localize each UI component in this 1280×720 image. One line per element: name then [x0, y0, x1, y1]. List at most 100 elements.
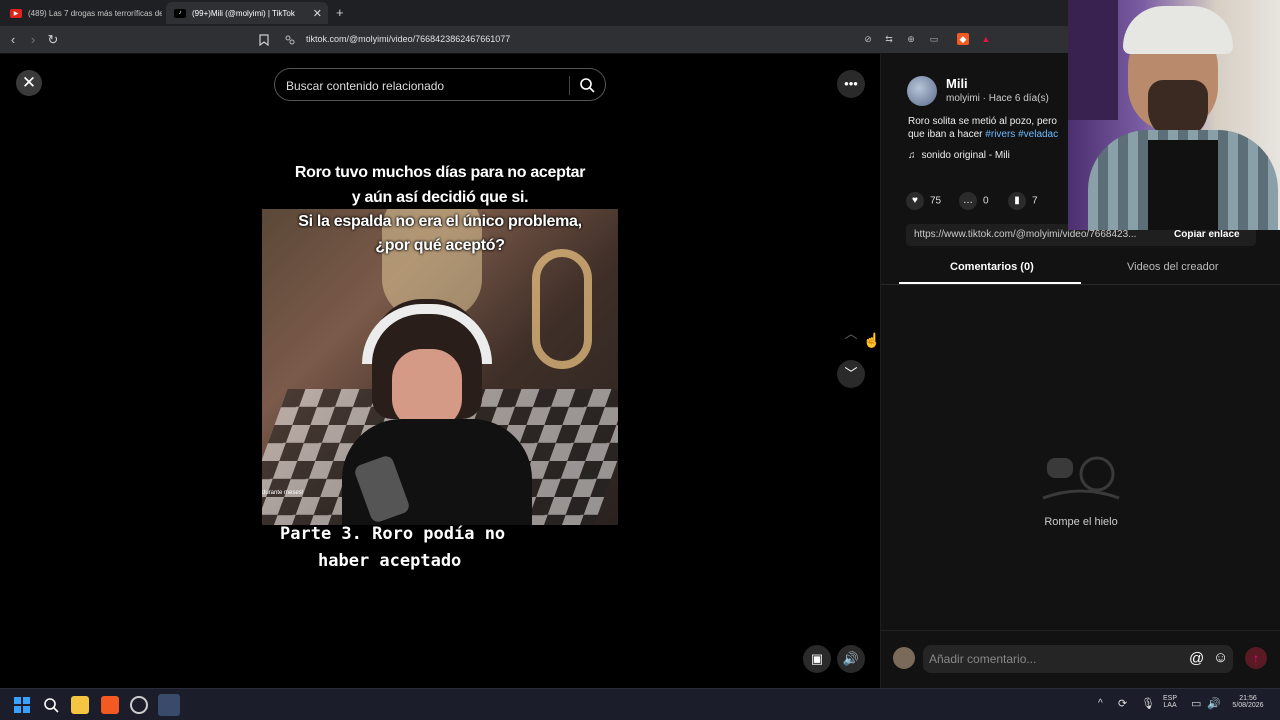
translate-icon[interactable]: ⇆	[883, 33, 895, 45]
network-icon[interactable]: ▭	[1191, 697, 1201, 710]
tab-comments[interactable]: Comentarios (0)	[950, 261, 1034, 273]
user-avatar[interactable]	[893, 647, 915, 669]
lang-code: ESP	[1163, 695, 1178, 702]
poster-shape	[1068, 0, 1118, 120]
empty-comments-icon	[1042, 456, 1120, 500]
language-indicator[interactable]: ESP LAA	[1163, 695, 1177, 709]
comment-input[interactable]: Añadir comentario... @ ☺	[923, 645, 1233, 673]
tab-title: (489) Las 7 drogas más terroríficas de	[28, 8, 162, 18]
neon-shape	[532, 249, 592, 369]
url-text: tiktok.com/@molyimi/video/76684238624676…	[306, 34, 511, 44]
search-icon[interactable]	[579, 77, 595, 93]
streamer-tshirt	[1148, 140, 1218, 230]
bookmark-icon: ▮	[1008, 192, 1026, 210]
brave-shield-icon[interactable]: ◆	[957, 33, 969, 45]
browser-tab-tiktok[interactable]: ♪ (99+)Mili (@molyimi) | TikTok ✕	[166, 2, 328, 24]
video-description-line-2: que iban a hacer #rivers #veladac	[908, 129, 1058, 140]
lang-layout: LAA	[1163, 702, 1177, 709]
comment-count: 0	[983, 195, 989, 207]
chevron-up-icon: ︿	[844, 326, 858, 341]
steam-icon[interactable]	[158, 694, 180, 716]
tab-title: (99+)Mili (@molyimi) | TikTok	[192, 8, 295, 18]
new-tab-button[interactable]: +	[336, 5, 344, 20]
creator-handle[interactable]: molyimi · Hace 6 día(s)	[946, 93, 1049, 104]
back-icon[interactable]: ‹	[5, 32, 21, 48]
clock-time: 21:56	[1239, 695, 1257, 702]
tab-divider	[881, 284, 1280, 285]
music-note-icon: ♫	[908, 150, 916, 161]
comment-placeholder: Añadir comentario...	[929, 652, 1037, 666]
picture-in-picture-button[interactable]: ▣	[803, 645, 831, 673]
next-video-button[interactable]: ﹀	[837, 360, 865, 388]
browser-tab-bar: ▶ (489) Las 7 drogas más terroríficas de…	[0, 0, 1070, 26]
site-info-icon[interactable]	[285, 35, 295, 45]
arrow-up-icon: ↑	[1253, 651, 1259, 665]
video-frame: durante meses!	[262, 209, 618, 525]
tracking-off-icon[interactable]: ⊘	[862, 33, 874, 45]
chevron-up-icon[interactable]: ^	[1098, 698, 1103, 709]
sound-row[interactable]: ♫ sonido original - Mili	[908, 150, 1010, 161]
creator-name[interactable]: Mili	[946, 76, 968, 91]
heart-icon: ♥	[906, 192, 924, 210]
forward-icon[interactable]: ›	[25, 32, 41, 48]
video-description: Roro solita se metió al pozo, pero	[908, 116, 1057, 127]
streamer-cap	[1123, 6, 1233, 54]
clock-date: 5/08/2026	[1232, 702, 1264, 709]
save-count: 7	[1032, 195, 1038, 207]
avatar[interactable]	[907, 76, 937, 106]
copy-link-button[interactable]: Copiar enlace	[1174, 229, 1240, 240]
post-comment-button[interactable]: ↑	[1245, 647, 1267, 669]
tab-creator-videos[interactable]: Videos del creador	[1127, 261, 1219, 273]
previous-video-button[interactable]: ︿	[837, 320, 865, 348]
caption-line-2: y aún así decidió que si.	[351, 189, 529, 206]
more-icon: •••	[844, 76, 858, 91]
bottom-caption-1: Parte 3. Roro podía no	[280, 524, 506, 544]
hashtag-link[interactable]: #rivers	[985, 129, 1015, 140]
empty-state-text: Rompe el hielo	[1044, 516, 1118, 528]
search-input[interactable]: Buscar contenido relacionado	[274, 68, 606, 101]
cast-icon[interactable]: ▭	[928, 33, 940, 45]
browser-tab-youtube[interactable]: ▶ (489) Las 7 drogas más terroríficas de	[2, 2, 162, 24]
share-link-text: https://www.tiktok.com/@molyimi/video/76…	[914, 229, 1137, 240]
speaker-icon: 🔊	[842, 651, 860, 666]
sync-icon[interactable]: ⟳	[1118, 697, 1127, 710]
like-stat[interactable]: ♥ 75	[906, 192, 941, 210]
cursor-icon: ☝	[863, 332, 881, 348]
caption-line-4: ¿por qué aceptó?	[375, 237, 505, 254]
bookmark-icon[interactable]	[259, 34, 269, 46]
search-icon[interactable]	[42, 696, 60, 714]
file-explorer-icon[interactable]	[71, 696, 89, 714]
video-player[interactable]: Buscar contenido relacionado durante mes…	[262, 54, 618, 688]
reload-icon[interactable]: ↻	[45, 32, 61, 48]
close-button[interactable]: ✕	[16, 70, 42, 96]
chevron-down-icon: ﹀	[844, 366, 858, 381]
obs-icon[interactable]	[130, 696, 148, 714]
caption-line-3: Si la espalda no era el único problema,	[298, 213, 582, 230]
person-face	[392, 349, 462, 429]
hashtag-link[interactable]: #veladac	[1018, 129, 1058, 140]
close-icon: ✕	[21, 73, 37, 92]
tiktok-icon: ♪	[174, 8, 186, 18]
mention-icon[interactable]: @	[1189, 650, 1204, 667]
clock[interactable]: 21:56 5/08/2026	[1228, 695, 1268, 709]
comment-icon: …	[959, 192, 977, 210]
frame-small-text: durante meses!	[262, 490, 304, 496]
zoom-icon[interactable]: ⊕	[905, 33, 917, 45]
microphone-icon[interactable]: 🎙	[1141, 697, 1155, 710]
description-text: que iban a hacer	[908, 129, 983, 140]
volume-button[interactable]: 🔊	[837, 645, 865, 673]
windows-start-icon[interactable]	[13, 696, 31, 714]
close-tab-icon[interactable]: ✕	[313, 7, 322, 20]
search-placeholder: Buscar contenido relacionado	[286, 79, 445, 93]
like-count: 75	[930, 195, 942, 207]
more-options-button[interactable]: •••	[837, 70, 865, 98]
brave-rewards-icon[interactable]: ▲	[980, 33, 992, 45]
caption-line-1: Roro tuvo muchos días para no aceptar	[294, 164, 586, 181]
comment-stat[interactable]: … 0	[959, 192, 989, 210]
emoji-icon[interactable]: ☺	[1213, 649, 1228, 666]
webcam-overlay	[1068, 0, 1280, 230]
volume-icon[interactable]: 🔊	[1207, 697, 1221, 710]
sound-label: sonido original - Mili	[921, 150, 1010, 161]
brave-browser-icon[interactable]	[101, 696, 119, 714]
save-stat[interactable]: ▮ 7	[1008, 192, 1038, 210]
